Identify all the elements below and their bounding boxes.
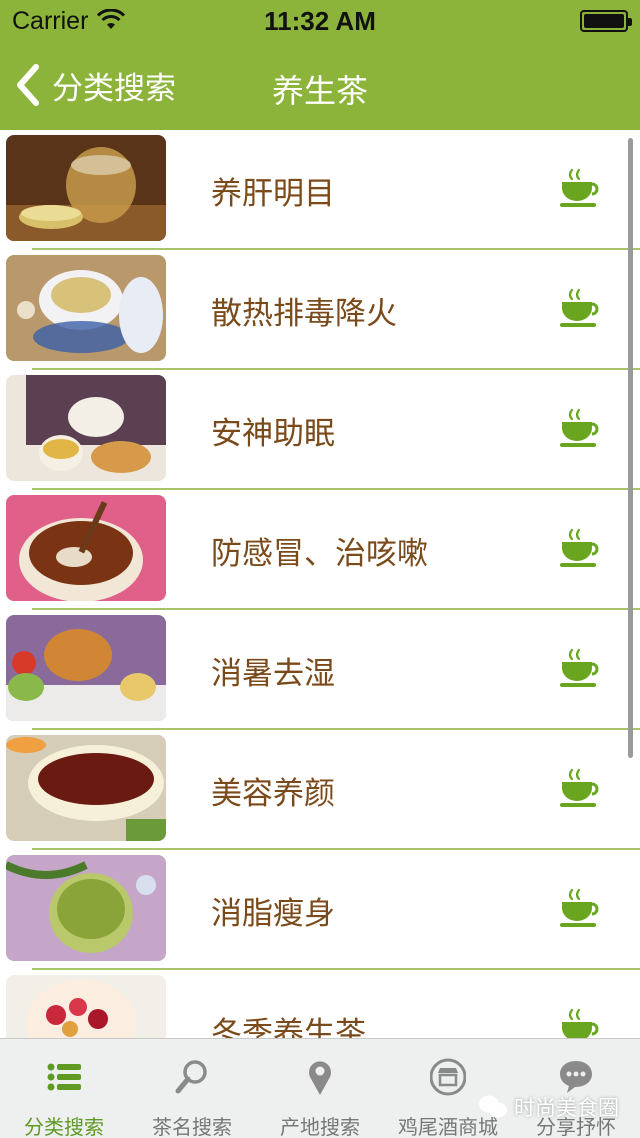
tab-label: 茶名搜索 [152,1115,232,1138]
tea-thumbnail [6,735,166,841]
watermark: 时尚美食圈 [478,1092,619,1122]
list-item-winter[interactable]: 冬季养生茶 [0,970,640,1038]
tab-label: 产地搜索 [280,1115,360,1138]
tab-cocktail-store[interactable]: 鸡尾酒商城 [384,1039,512,1138]
tea-category-list[interactable]: 养肝明目 散热排毒降火 安神助眠 防感冒、治咳嗽 消暑去湿 美容养颜 消脂瘦身 … [0,130,640,1038]
list-item-label: 消脂瘦身 [211,896,335,932]
tab-category-search[interactable]: 分类搜索 [0,1039,128,1138]
tea-thumbnail [6,375,166,481]
tea-thumbnail [6,855,166,961]
navigation-bar: 分类搜索 养生茶 [0,40,640,130]
list-item-label: 消暑去湿 [211,656,335,692]
page-title: 养生茶 [271,72,368,110]
tea-cup-icon [560,168,599,207]
tea-cup-icon [560,888,599,927]
list-item-cold-cough[interactable]: 防感冒、治咳嗽 [0,490,640,610]
list-item-detox[interactable]: 散热排毒降火 [0,250,640,370]
tab-share[interactable]: 分享抒怀 [512,1039,640,1138]
list-item-slimming[interactable]: 消脂瘦身 [0,850,640,970]
list-item-label: 散热排毒降火 [211,296,397,332]
list-item-liver-eyes[interactable]: 养肝明目 [0,130,640,250]
list-item-sleep[interactable]: 安神助眠 [0,370,640,490]
watermark-text: 时尚美食圈 [514,1096,619,1120]
tea-cup-icon [560,528,599,567]
store-icon [430,1058,466,1096]
tea-cup-icon [560,768,599,807]
list-item-beauty[interactable]: 美容养颜 [0,730,640,850]
wechat-logo-icon [479,1095,507,1118]
chat-bubble-icon [560,1061,592,1093]
location-pin-icon [309,1061,331,1095]
battery-icon [580,10,632,32]
top-bar: Carrier 11:32 AM 分类搜索 养生茶 [0,0,640,130]
tea-thumbnail [6,495,166,601]
list-item-label: 养肝明目 [211,176,335,212]
vertical-scrollbar[interactable] [628,138,633,758]
list-item-summer-damp[interactable]: 消暑去湿 [0,610,640,730]
list-item-label: 安神助眠 [211,416,335,452]
list-item-label: 冬季养生茶 [211,1016,366,1038]
list-item-label: 美容养颜 [211,776,335,812]
list-icon [47,1063,81,1091]
tab-tea-name-search[interactable]: 茶名搜索 [128,1039,256,1138]
tab-bar: 分类搜索 茶名搜索 产地搜索 鸡尾酒商城 分享抒怀 [0,1038,640,1138]
tea-thumbnail [6,975,166,1038]
tea-cup-icon [560,408,599,447]
tea-thumbnail [6,255,166,361]
status-time: 11:32 AM [264,6,376,36]
list-item-label: 防感冒、治咳嗽 [211,536,428,572]
tea-cup-icon [560,288,599,327]
status-bar: Carrier 11:32 AM [0,0,640,40]
tab-label: 分类搜索 [24,1115,104,1138]
tea-cup-icon [560,648,599,687]
tea-thumbnail [6,135,166,241]
tea-thumbnail [6,615,166,721]
magnifier-icon [175,1060,207,1094]
tab-origin-search[interactable]: 产地搜索 [256,1039,384,1138]
tea-cup-icon [562,1008,599,1038]
